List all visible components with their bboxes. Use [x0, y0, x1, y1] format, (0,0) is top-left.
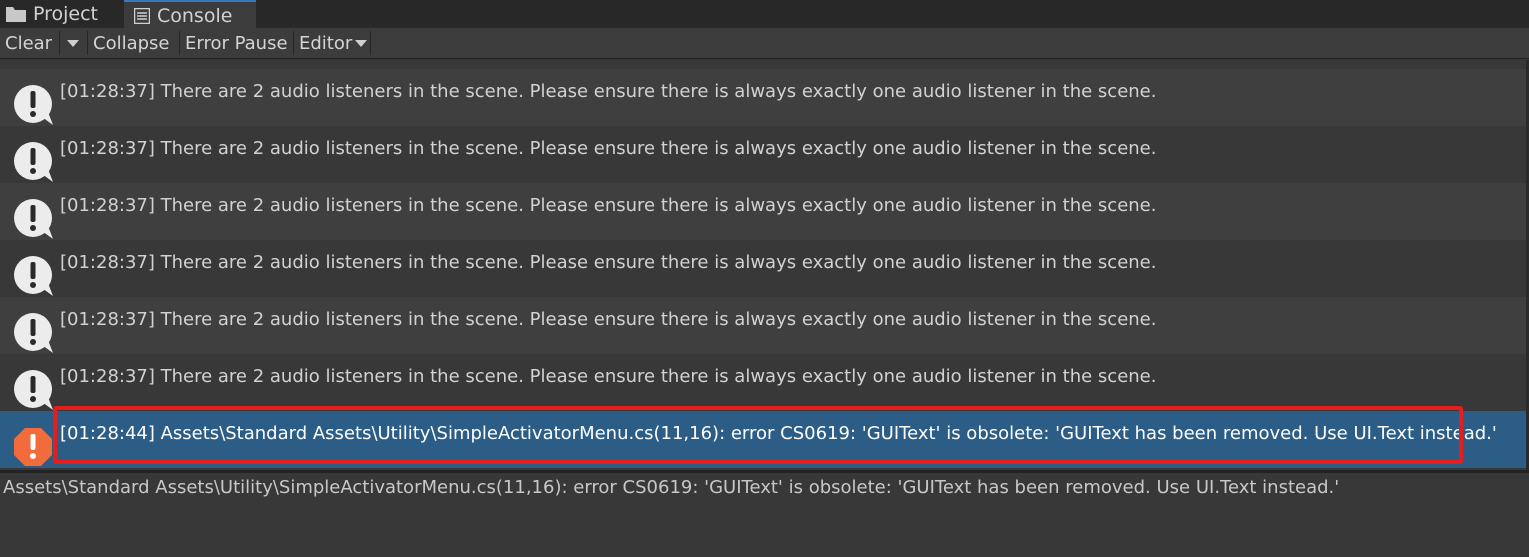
- clear-button-label: Clear: [5, 32, 53, 54]
- log-detail-text: Assets\Standard Assets\Utility\SimpleAct…: [3, 477, 1340, 498]
- tab-console[interactable]: Console: [124, 0, 256, 29]
- warning-icon: [14, 85, 53, 125]
- log-message: [01:28:37] There are 2 audio listeners i…: [60, 195, 1157, 216]
- editor-dropdown[interactable]: Editor: [294, 28, 372, 58]
- console-toolbar: Clear Collapse Error Pause Editor: [0, 28, 1529, 59]
- warning-icon: [14, 199, 53, 239]
- chevron-down-icon: [67, 39, 79, 47]
- folder-icon: [6, 7, 26, 22]
- log-entry-warning[interactable]: [01:28:37] There are 2 audio listeners i…: [0, 240, 1529, 297]
- clear-options-dropdown[interactable]: [60, 28, 86, 58]
- tab-bar: Project Console: [0, 0, 1529, 29]
- chevron-down-icon: [355, 39, 368, 47]
- console-log-list[interactable]: [01:28:37] There are 2 audio listeners i…: [0, 60, 1529, 470]
- log-entry-warning[interactable]: [01:28:37] There are 2 audio listeners i…: [0, 126, 1529, 183]
- collapse-button[interactable]: Collapse: [88, 28, 175, 58]
- console-icon: [134, 7, 150, 24]
- log-message: [01:28:37] There are 2 audio listeners i…: [60, 81, 1157, 102]
- log-entry-error[interactable]: [01:28:44] Assets\Standard Assets\Utilit…: [0, 406, 1529, 468]
- log-message: [01:28:37] There are 2 audio listeners i…: [60, 366, 1157, 387]
- log-entry-warning[interactable]: [01:28:37] There are 2 audio listeners i…: [0, 183, 1529, 240]
- tab-console-label: Console: [157, 4, 233, 27]
- highlight-box: [53, 406, 1463, 464]
- log-detail-pane: Assets\Standard Assets\Utility\SimpleAct…: [0, 473, 1529, 557]
- clear-button[interactable]: Clear: [0, 28, 57, 58]
- error-pause-button[interactable]: Error Pause: [180, 28, 293, 58]
- log-entry-warning[interactable]: [01:28:37] There are 2 audio listeners i…: [0, 354, 1529, 411]
- error-icon: [14, 428, 52, 466]
- log-message: [01:28:37] There are 2 audio listeners i…: [60, 309, 1157, 330]
- log-entry-warning[interactable]: [01:28:37] There are 2 audio listeners i…: [0, 297, 1529, 354]
- warning-icon: [14, 313, 53, 353]
- tab-project-label: Project: [33, 3, 99, 25]
- warning-icon: [14, 370, 53, 410]
- log-entry-warning[interactable]: [01:28:37] There are 2 audio listeners i…: [0, 69, 1529, 126]
- log-message: [01:28:37] There are 2 audio listeners i…: [60, 252, 1157, 273]
- toolbar-divider: [370, 31, 371, 55]
- tab-project[interactable]: Project: [6, 0, 98, 28]
- warning-icon: [14, 256, 53, 296]
- error-pause-button-label: Error Pause: [185, 32, 288, 54]
- log-message: [01:28:37] There are 2 audio listeners i…: [60, 138, 1157, 159]
- warning-icon: [14, 142, 53, 182]
- collapse-button-label: Collapse: [93, 32, 170, 54]
- editor-dropdown-label: Editor: [299, 32, 353, 54]
